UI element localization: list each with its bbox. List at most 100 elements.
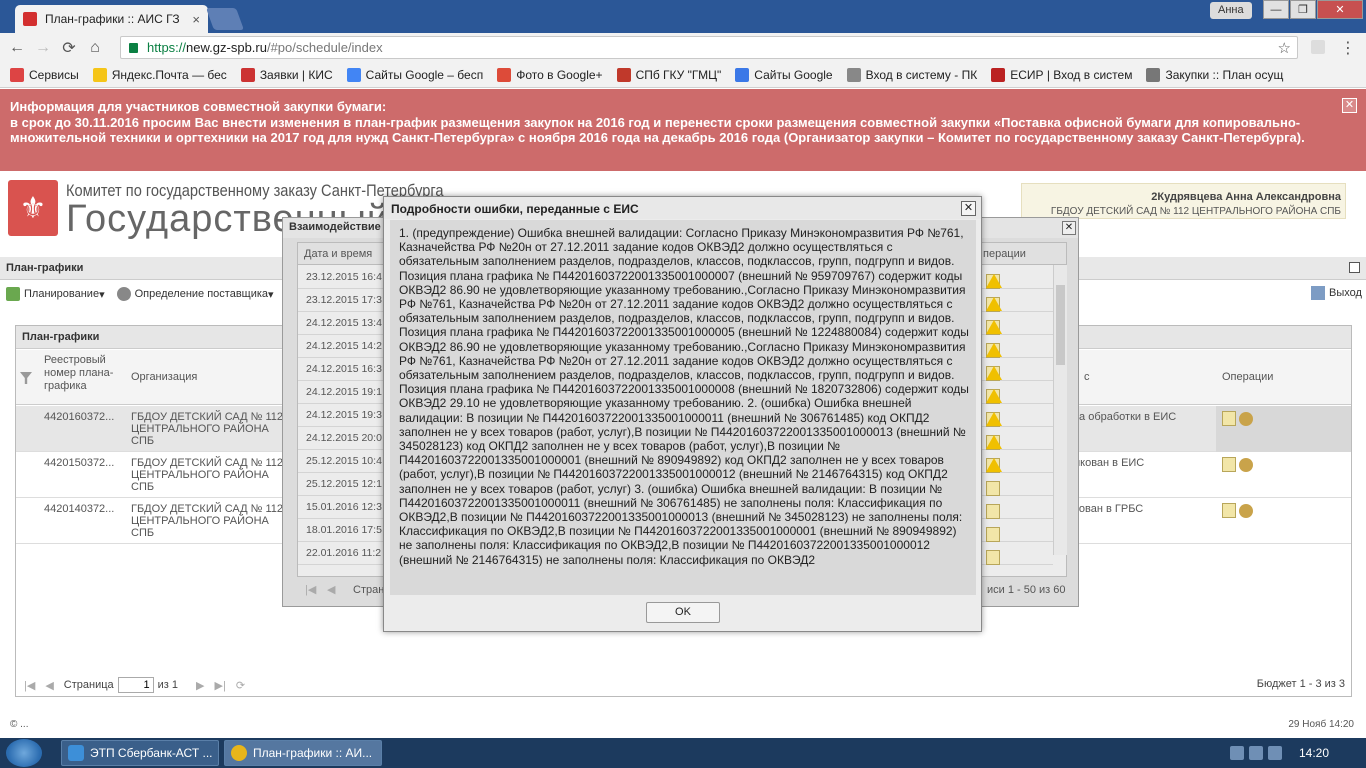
tray-network-icon[interactable] (1249, 746, 1263, 760)
warning-icon[interactable] (986, 458, 1002, 472)
supplier-menu-button[interactable]: Определение поставщика ▾ (116, 287, 274, 301)
supplier-label: Определение поставщика (134, 288, 269, 300)
edit-document-icon[interactable] (1222, 457, 1236, 472)
esir-icon (991, 67, 1006, 82)
spb-crest-logo-icon: ⚜ (8, 180, 58, 236)
col-datetime[interactable]: Дата и время (304, 248, 372, 260)
reg-number-cell: 4420150372... (44, 457, 115, 469)
edit-document-icon[interactable] (986, 550, 1000, 565)
window-close-icon[interactable]: ✕ (1317, 0, 1363, 19)
windows-taskbar: ЭТП Сбербанк-АСТ ... План-графики :: АИ.… (0, 738, 1366, 768)
tab-title: План-графики :: АИС ГЗ (45, 12, 180, 26)
col-reg-number[interactable]: Реестровый номер плана-графика (44, 354, 124, 393)
browser-tab[interactable]: План-графики :: АИС ГЗ × (15, 5, 208, 33)
planning-menu-button[interactable]: Планирование ▾ (6, 287, 105, 301)
ie-icon (68, 745, 84, 761)
status-cell: ка обработки в ЕИС (1074, 411, 1177, 423)
filter-icon[interactable] (20, 372, 32, 384)
last-page-icon[interactable]: ▶| (215, 679, 226, 692)
warning-icon[interactable] (986, 389, 1002, 403)
notice-banner: Информация для участников совместной зак… (0, 89, 1366, 171)
warning-icon[interactable] (986, 412, 1002, 426)
new-tab-button[interactable] (205, 8, 245, 30)
panel-maximize-icon[interactable] (1349, 262, 1360, 273)
ok-button[interactable]: OK (646, 602, 720, 623)
interaction-first-icon[interactable]: |◀ (305, 583, 316, 596)
reload-icon[interactable]: ⟳ (56, 38, 82, 58)
scrollbar-thumb[interactable] (1056, 285, 1065, 365)
warning-icon[interactable] (986, 343, 1002, 357)
warning-icon[interactable] (986, 366, 1002, 380)
bookmark-item[interactable]: Фото в Google+ (497, 67, 603, 82)
tray-flag-icon[interactable] (1230, 746, 1244, 760)
notice-close-button[interactable]: ✕ (1342, 98, 1357, 113)
bookmark-star-icon[interactable]: ☆ (1278, 39, 1291, 57)
page-label: Страница (63, 679, 114, 691)
warning-icon[interactable] (986, 320, 1002, 334)
restore-icon[interactable]: ❐ (1290, 0, 1316, 19)
interaction-dialog-close-icon[interactable]: ✕ (1062, 221, 1076, 235)
bookmark-item[interactable]: Яндекс.Почта — бес (92, 67, 227, 82)
edit-document-icon[interactable] (1222, 411, 1236, 426)
prev-page-icon[interactable]: ◀ (45, 679, 53, 692)
bookmark-item[interactable]: Вход в систему - ПК (846, 67, 977, 82)
bookmark-item[interactable]: СПб ГКУ "ГМЦ" (616, 67, 721, 82)
apps-icon (10, 67, 24, 82)
warning-icon[interactable] (986, 435, 1002, 449)
interaction-prev-icon[interactable]: ◀ (327, 583, 335, 596)
extension-icon[interactable] (1311, 40, 1325, 54)
start-button-icon[interactable] (6, 739, 42, 767)
page-number-input[interactable] (117, 677, 154, 693)
bookmark-item[interactable]: Сайты Google – бесп (346, 67, 483, 82)
eagle-emblem-icon[interactable] (1239, 411, 1253, 426)
edit-document-icon[interactable] (986, 527, 1000, 542)
taskbar-item-chrome[interactable]: План-графики :: АИ... (224, 740, 382, 766)
tray-volume-icon[interactable] (1268, 746, 1282, 760)
organization-cell: ГБДОУ ДЕТСКИЙ САД № 112 ЦЕНТРАЛЬНОГО РАЙ… (131, 411, 284, 447)
bookmark-item[interactable]: Закупки :: План осущ (1146, 67, 1284, 82)
edit-document-icon[interactable] (986, 481, 1000, 496)
error-dialog-close-button[interactable]: ✕ (961, 201, 976, 216)
datetime-cell: 18.01.2016 17:5 (306, 524, 382, 536)
bookmark-item[interactable]: ЕСИР | Вход в систем (991, 67, 1133, 82)
edit-document-icon[interactable] (1222, 503, 1236, 518)
bookmark-item[interactable]: Сайты Google (735, 67, 833, 82)
datetime-cell: 25.12.2015 10:4 (306, 455, 382, 467)
warning-icon[interactable] (986, 274, 1002, 288)
eagle-emblem-icon[interactable] (1239, 457, 1253, 472)
col-organization[interactable]: Организация (131, 371, 197, 384)
interaction-pager-info: иси 1 - 50 из 60 (987, 584, 1066, 596)
error-details-dialog: Подробности ошибки, переданные с ЕИС ✕ 1… (383, 196, 982, 632)
refresh-icon[interactable]: ⟳ (236, 679, 245, 692)
bookmark-label: ЕСИР | Вход в систем (1010, 67, 1133, 82)
bookmark-item[interactable]: Сервисы (10, 67, 79, 82)
interaction-scrollbar[interactable] (1053, 265, 1067, 555)
eagle-emblem-icon[interactable] (1239, 503, 1253, 518)
first-page-icon[interactable]: |◀ (24, 679, 35, 692)
status-cell: кован в ГРБС (1074, 503, 1144, 515)
forward-icon[interactable]: → (30, 39, 56, 57)
gear-icon (116, 287, 131, 301)
bookmark-label: Закупки :: План осущ (1165, 67, 1284, 82)
chrome-icon (231, 745, 247, 761)
taskbar-clock[interactable]: 14:20 (1299, 746, 1329, 760)
address-bar[interactable]: https:// new.gz-spb.ru /#po/schedule/ind… (120, 36, 1298, 59)
col-status[interactable]: с (1084, 371, 1090, 384)
planning-label: Планирование (24, 288, 100, 300)
tab-close-icon[interactable]: × (192, 12, 200, 27)
minimize-icon[interactable]: — (1263, 0, 1289, 19)
bookmark-label: Заявки | КИС (259, 67, 333, 82)
site-favicon-icon (23, 12, 37, 26)
home-icon[interactable]: ⌂ (82, 39, 108, 57)
profile-button[interactable]: Анна (1210, 2, 1252, 19)
reg-number-cell: 4420160372... (44, 411, 115, 423)
browser-menu-icon[interactable]: ⋮ (1340, 38, 1356, 58)
warning-icon[interactable] (986, 297, 1002, 311)
edit-document-icon[interactable] (986, 504, 1000, 519)
bookmark-item[interactable]: Заявки | КИС (240, 67, 333, 82)
datetime-cell: 24.12.2015 19:1 (306, 386, 382, 398)
next-page-icon[interactable]: ▶ (196, 679, 204, 692)
taskbar-item-sberbank[interactable]: ЭТП Сбербанк-АСТ ... (61, 740, 219, 766)
back-icon[interactable]: ← (4, 39, 30, 57)
exit-button[interactable]: Выход (1311, 286, 1362, 300)
